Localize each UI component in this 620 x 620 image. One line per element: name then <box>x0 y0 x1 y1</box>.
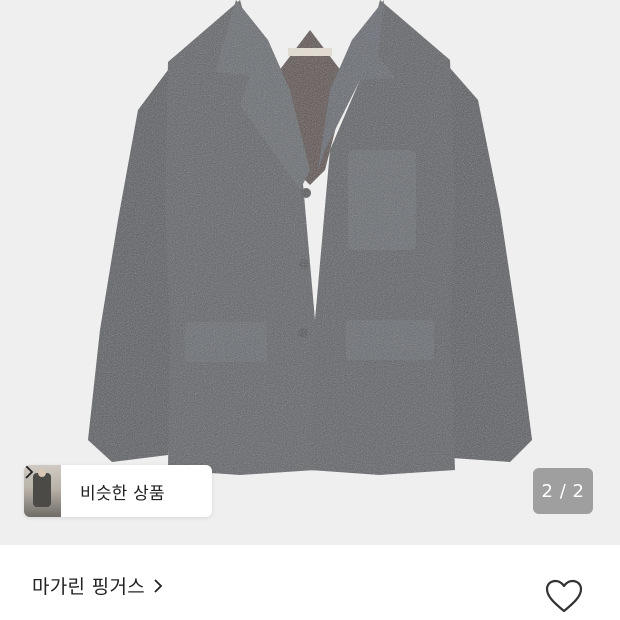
brand-link[interactable]: 마가린 핑거스 <box>32 572 167 599</box>
heart-outline-icon <box>545 579 583 613</box>
chevron-right-icon <box>153 578 167 594</box>
similar-products-button[interactable]: 비슷한 상품 <box>24 465 212 517</box>
wishlist-button[interactable] <box>542 576 586 616</box>
image-page-indicator: 2 / 2 <box>533 468 593 514</box>
jacket-image <box>88 0 532 475</box>
similar-products-label: 비슷한 상품 <box>80 483 165 504</box>
brand-name: 마가린 핑거스 <box>32 576 146 598</box>
product-image-viewer[interactable]: 비슷한 상품 2 / 2 <box>0 0 620 545</box>
chevron-right-icon <box>25 465 189 498</box>
